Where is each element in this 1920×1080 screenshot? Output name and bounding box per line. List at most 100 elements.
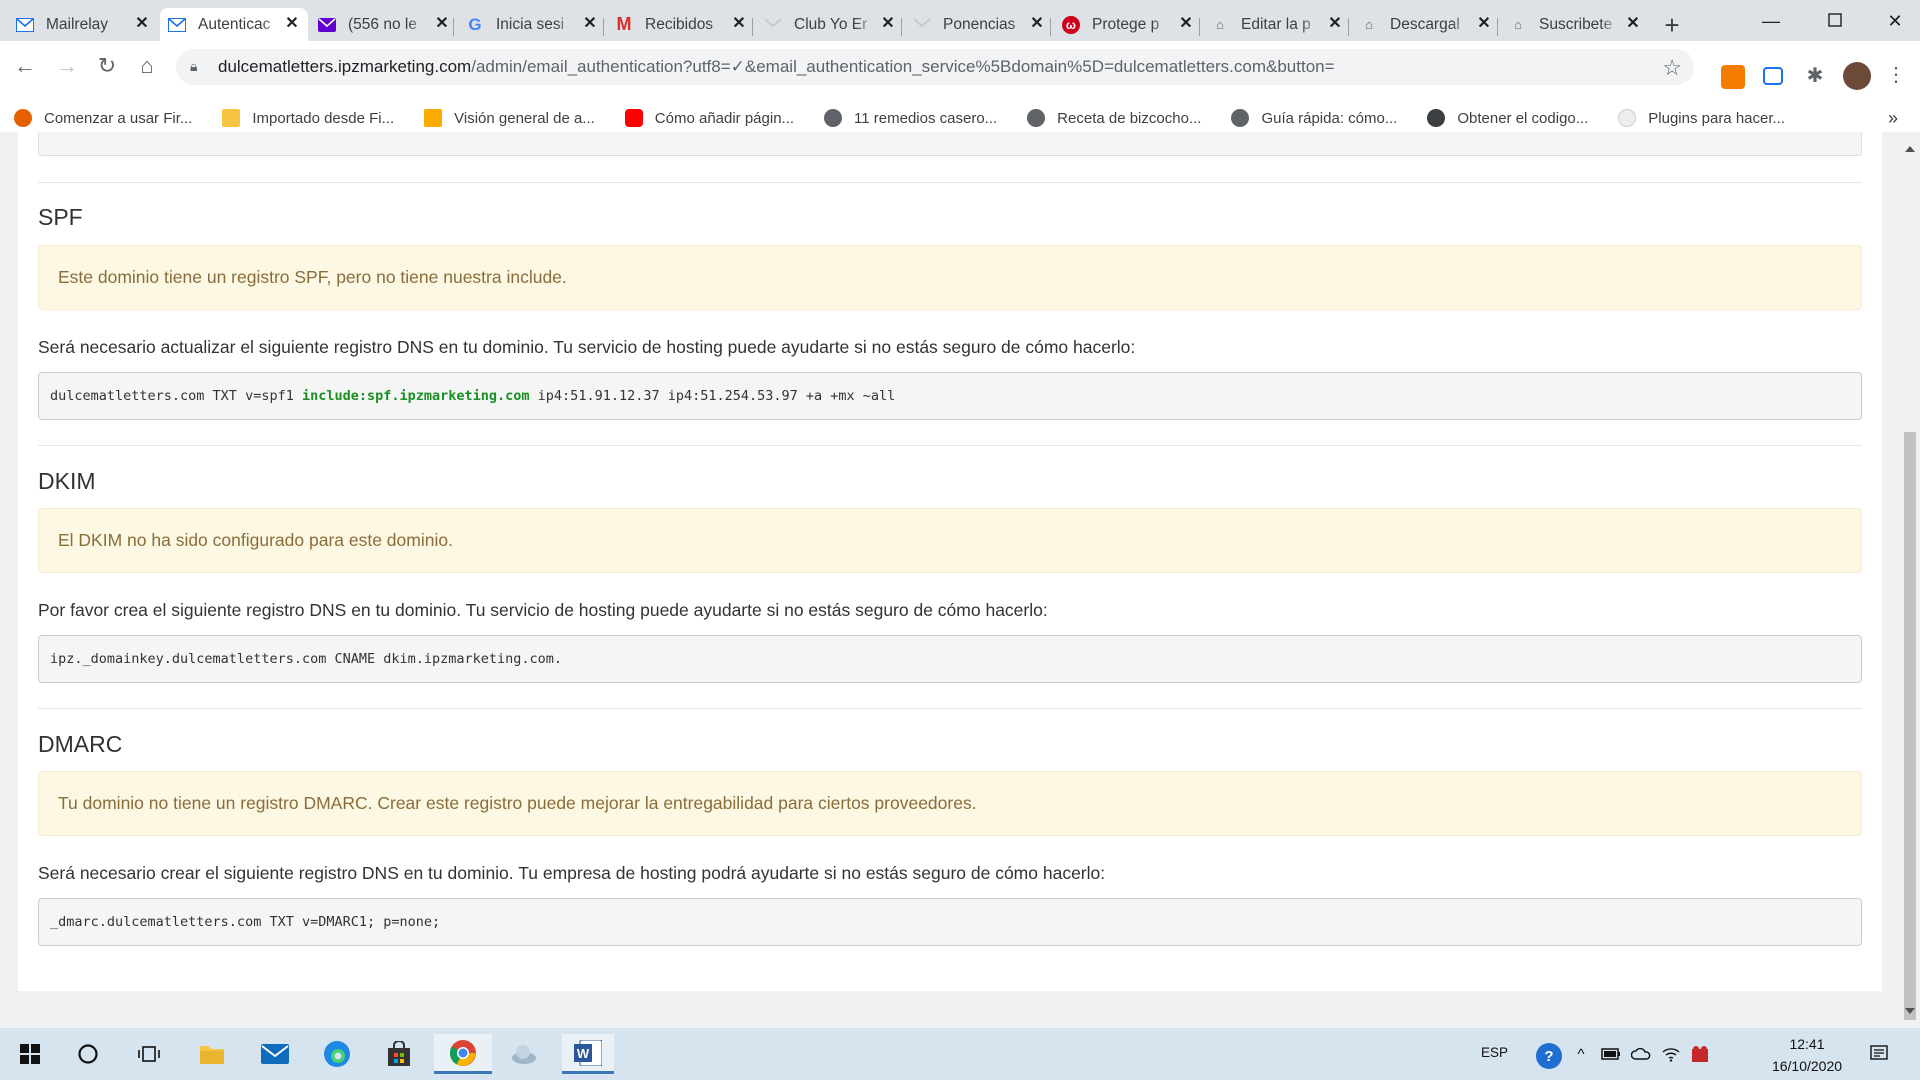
tab-yahoo-mail[interactable]: (556 no le ✕ [310,8,458,41]
cloud-drive-icon [512,1045,536,1064]
bookmark-label: Comenzar a usar Fir... [44,109,193,127]
tab-separator [453,18,454,36]
battery-icon[interactable] [1600,1043,1622,1065]
close-tab-icon[interactable]: ✕ [1476,16,1492,32]
close-tab-icon[interactable]: ✕ [1029,16,1045,32]
onedrive-icon[interactable] [1630,1043,1652,1065]
divider [38,182,1862,183]
bookmark-label: Cómo añadir págin... [654,109,795,127]
bookmark-item[interactable]: Obtener el codigo... [1427,109,1588,127]
search-circle-icon [78,1044,98,1064]
chevron-up-icon[interactable]: ^ [1570,1043,1592,1065]
tab-separator [752,18,753,36]
tab-autenticacion[interactable]: Autenticac ✕ [160,8,308,41]
reload-button[interactable]: ↻ [92,51,122,81]
page-scrollbar[interactable] [1900,132,1920,1028]
globe-icon [1027,109,1046,127]
scroll-up-icon[interactable] [1905,146,1915,152]
tab-google[interactable]: G Inicia sesi ✕ [458,8,606,41]
chrome-icon [449,1039,476,1066]
tab-mailrelay[interactable]: Mailrelay ✕ [8,8,158,41]
network-app-button[interactable] [500,1034,548,1074]
spf-dns-record[interactable]: dulcematletters.com TXT v=spf1 include:s… [38,372,1862,420]
scrollbar-thumb[interactable] [1904,432,1916,1020]
word-button[interactable]: W [562,1034,614,1074]
taskbar-clock[interactable]: 12:41 16/10/2020 [1752,1033,1862,1077]
back-button[interactable]: ← [10,51,40,81]
mail-icon [913,16,931,34]
tab-protege[interactable]: ω Protege p ✕ [1054,8,1202,41]
notification-app-icon[interactable] [1689,1043,1711,1065]
clock-date: 16/10/2020 [1771,1058,1843,1074]
home-button[interactable]: ⌂ [132,51,162,81]
minimize-button[interactable]: — [1748,6,1794,36]
close-tab-icon[interactable]: ✕ [1327,16,1343,32]
wifi-icon[interactable] [1660,1043,1682,1065]
mail-icon [764,16,782,34]
tab-editar[interactable]: ⌂ Editar la p ✕ [1203,8,1351,41]
tab-suscribete[interactable]: ⌂ Suscribete ✕ [1501,8,1649,41]
bookmark-item[interactable]: Importado desde Fi... [222,109,394,127]
dkim-description: Por favor crea el siguiente registro DNS… [38,600,1048,620]
site-icon: ⌂ [1514,17,1522,32]
search-button[interactable] [64,1034,112,1074]
close-tab-icon[interactable]: ✕ [880,16,896,32]
close-tab-icon[interactable]: ✕ [134,16,150,32]
reload-icon: ↻ [97,53,117,78]
close-tab-icon[interactable]: ✕ [1178,16,1194,32]
dmarc-dns-record[interactable]: _dmarc.dulcematletters.com TXT v=DMARC1;… [38,898,1862,946]
store-button[interactable] [375,1034,423,1074]
tab-ponencias[interactable]: Ponencias ✕ [905,8,1053,41]
bookmark-item[interactable]: Cómo añadir págin... [624,109,795,127]
action-center-icon[interactable] [1868,1043,1890,1065]
input-language[interactable]: ESP [1481,1045,1508,1060]
bookmark-star-icon[interactable]: ☆ [1662,55,1682,81]
maximize-button[interactable] [1812,6,1858,36]
bookmark-item[interactable]: Plugins para hacer... [1618,109,1785,127]
profile-avatar[interactable] [1843,62,1871,90]
edge-icon [324,1041,350,1067]
bookmark-item[interactable]: Guía rápida: cómo... [1231,109,1397,127]
close-tab-icon[interactable]: ✕ [731,16,747,32]
bookmark-label: Importado desde Fi... [252,109,395,127]
forward-button[interactable]: → [52,51,82,81]
address-bar[interactable]: 🔒︎ dulcematletters.ipzmarketing.com/admi… [176,49,1694,85]
close-tab-icon[interactable]: ✕ [1625,16,1641,32]
site-icon: ⌂ [1365,17,1373,32]
dmarc-warning-alert: Tu dominio no tiene un registro DMARC. C… [38,771,1862,836]
mail-icon [261,1044,289,1064]
mail-app-button[interactable] [251,1034,299,1074]
start-button[interactable] [6,1034,54,1074]
close-window-button[interactable]: ✕ [1872,6,1918,36]
close-tab-icon[interactable]: ✕ [582,16,598,32]
svg-text:W: W [577,1046,590,1061]
tab-separator [1497,18,1498,36]
bookmarks-overflow-icon[interactable]: » [1888,108,1898,129]
scroll-down-icon[interactable] [1905,1008,1915,1014]
help-icon[interactable]: ? [1536,1043,1562,1069]
bookmark-item[interactable]: Comenzar a usar Fir... [14,109,192,127]
tab-gmail[interactable]: M Recibidos ✕ [607,8,755,41]
bookmark-label: Receta de bizcocho... [1057,109,1202,127]
edge-button[interactable] [313,1034,361,1074]
file-explorer-button[interactable] [188,1034,236,1074]
new-tab-button[interactable]: + [1658,12,1686,40]
task-view-button[interactable] [125,1034,173,1074]
tab-descarga[interactable]: ⌂ Descargal ✕ [1352,8,1500,41]
code-text: ip4:51.91.12.37 ip4:51.254.53.97 +a +mx … [529,388,896,404]
close-tab-icon[interactable]: ✕ [284,16,300,32]
word-icon: W [574,1039,602,1066]
tab-club[interactable]: Club Yo Er ✕ [756,8,904,41]
close-tab-icon[interactable]: ✕ [434,16,450,32]
page-viewport: SPF Este dominio tiene un registro SPF, … [0,132,1900,1028]
analytics-extension-icon[interactable] [1721,65,1745,89]
chrome-button[interactable] [434,1034,492,1074]
tab-separator [1050,18,1051,36]
dkim-dns-record[interactable]: ipz._domainkey.dulcematletters.com CNAME… [38,635,1862,683]
menu-kebab-icon[interactable]: ⋮ [1884,62,1908,86]
bookmark-item[interactable]: Receta de bizcocho... [1027,109,1201,127]
translate-extension-icon[interactable] [1763,67,1783,85]
bookmark-item[interactable]: 11 remedios casero... [824,109,997,127]
extensions-puzzle-icon[interactable]: ✱ [1803,64,1827,88]
bookmark-item[interactable]: Visión general de a... [424,109,595,127]
